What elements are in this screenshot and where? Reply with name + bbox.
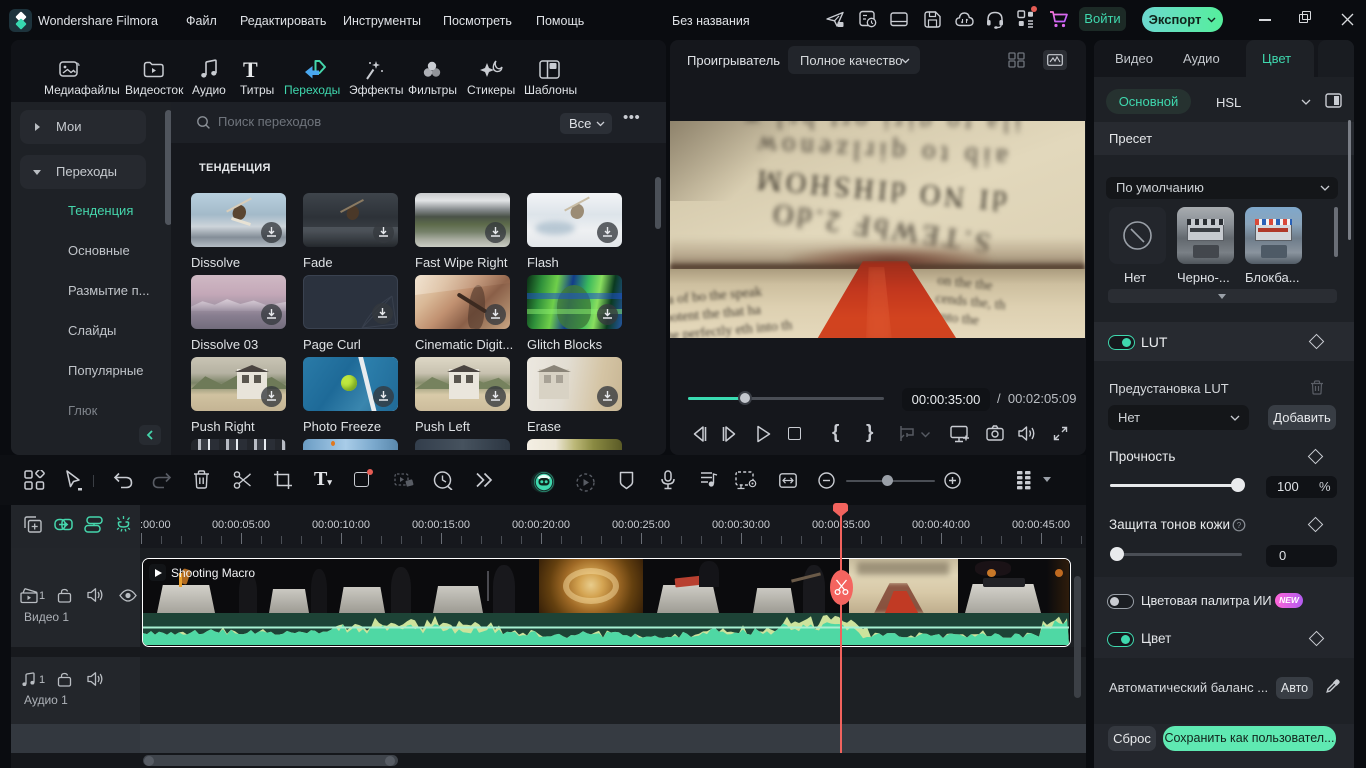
svg-text:?: ? xyxy=(1237,521,1242,530)
